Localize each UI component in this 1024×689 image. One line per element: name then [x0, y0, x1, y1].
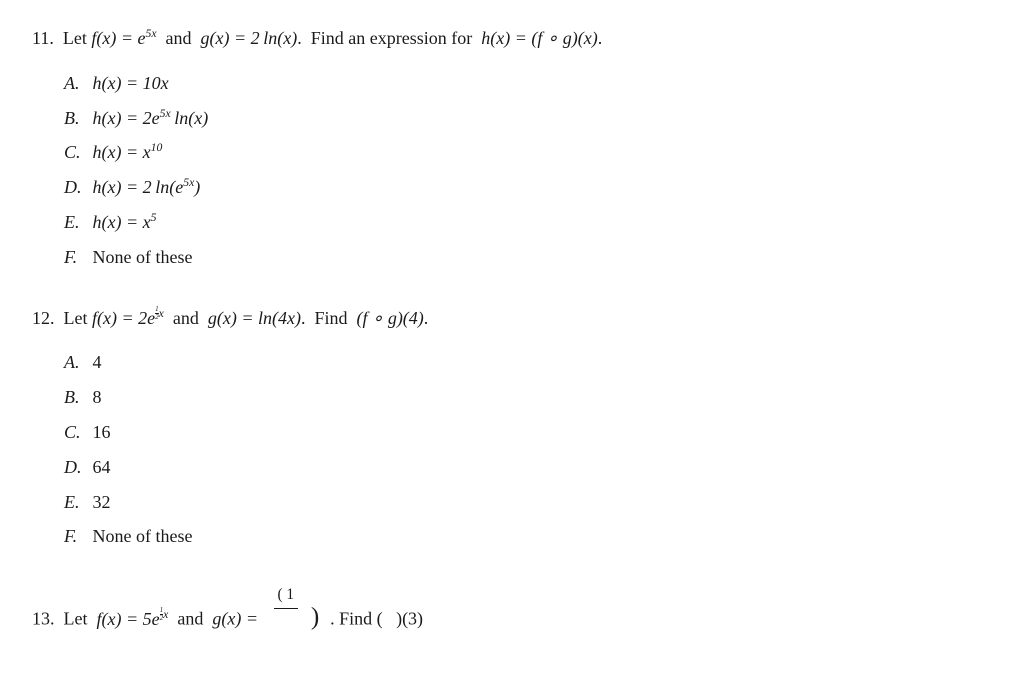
q11-label-c: C.	[64, 138, 88, 167]
q11-f: f(x) = e5x	[91, 28, 156, 48]
q12-text-c: 16	[93, 422, 111, 442]
q12-answer-a: A. 4	[64, 348, 992, 377]
q11-answer-e: E. h(x) = x5	[64, 208, 992, 237]
q11-label-f: F.	[64, 243, 88, 272]
q13-fraction: ( 1 )	[274, 583, 299, 633]
q12-label-e: E.	[64, 488, 88, 517]
q12-answer-b: B. 8	[64, 383, 992, 412]
q11-g: g(x) = 2 ln(x)	[201, 28, 298, 48]
q11-answer-c: C. h(x) = x10	[64, 138, 992, 167]
q12-text-e: 32	[93, 492, 111, 512]
q11-text-a: h(x) = 10x	[93, 73, 169, 93]
q11-number: 11.	[32, 28, 54, 48]
question-11-prompt: 11. Let f(x) = e5x and g(x) = 2 ln(x). F…	[32, 24, 992, 53]
q11-text-d: h(x) = 2 ln(e5x)	[93, 177, 201, 197]
question-13-prompt-partial: 13. Let f(x) = 5e12x and g(x) = ( 1 ) ) …	[32, 583, 992, 633]
q12-g: g(x) = ln(4x)	[208, 308, 301, 328]
q12-text-b: 8	[93, 387, 102, 407]
q11-h: h(x) = (f ∘ g)(x)	[481, 28, 597, 48]
q12-label-b: B.	[64, 383, 88, 412]
q13-number: 13.	[32, 609, 55, 629]
q12-number: 12.	[32, 308, 55, 328]
q11-label-a: A.	[64, 69, 88, 98]
q13-f-partial: f(x) = 5e12x	[97, 609, 173, 629]
q11-text-f: None of these	[93, 247, 193, 267]
question-12: 12. Let f(x) = 2e12x and g(x) = ln(4x). …	[32, 304, 992, 552]
question-13-partial: 13. Let f(x) = 5e12x and g(x) = ( 1 ) ) …	[32, 583, 992, 633]
question-11: 11. Let f(x) = e5x and g(x) = 2 ln(x). F…	[32, 24, 992, 272]
q12-text-d: 64	[93, 457, 111, 477]
q12-label-f: F.	[64, 522, 88, 551]
q12-label-c: C.	[64, 418, 88, 447]
q12-answer-e: E. 32	[64, 488, 992, 517]
q11-answer-b: B. h(x) = 2e5x ln(x)	[64, 104, 992, 133]
q12-label-a: A.	[64, 348, 88, 377]
q12-answer-list: A. 4 B. 8 C. 16 D. 64 E. 32 F. None of t…	[64, 348, 992, 551]
q12-answer-f: F. None of these	[64, 522, 992, 551]
q11-answer-a: A. h(x) = 10x	[64, 69, 992, 98]
q11-text-b: h(x) = 2e5x ln(x)	[93, 108, 209, 128]
q11-answer-f: F. None of these	[64, 243, 992, 272]
q12-answer-d: D. 64	[64, 453, 992, 482]
q12-text-f: None of these	[93, 526, 193, 546]
q11-label-b: B.	[64, 104, 88, 133]
question-12-prompt: 12. Let f(x) = 2e12x and g(x) = ln(4x). …	[32, 304, 992, 333]
q12-f: f(x) = 2e12x	[92, 308, 164, 328]
q11-text-e: h(x) = x5	[93, 212, 157, 232]
q11-label-e: E.	[64, 208, 88, 237]
q12-label-d: D.	[64, 453, 88, 482]
q11-answer-d: D. h(x) = 2 ln(e5x)	[64, 173, 992, 202]
q12-text-a: 4	[93, 352, 102, 372]
q11-label-d: D.	[64, 173, 88, 202]
q13-g-partial: g(x) =	[212, 609, 258, 629]
q13-paren: )	[305, 604, 326, 631]
q11-answer-list: A. h(x) = 10x B. h(x) = 2e5x ln(x) C. h(…	[64, 69, 992, 272]
q12-fog: (f ∘ g)(4)	[357, 308, 424, 328]
q11-text-c: h(x) = x10	[93, 142, 163, 162]
q12-answer-c: C. 16	[64, 418, 992, 447]
